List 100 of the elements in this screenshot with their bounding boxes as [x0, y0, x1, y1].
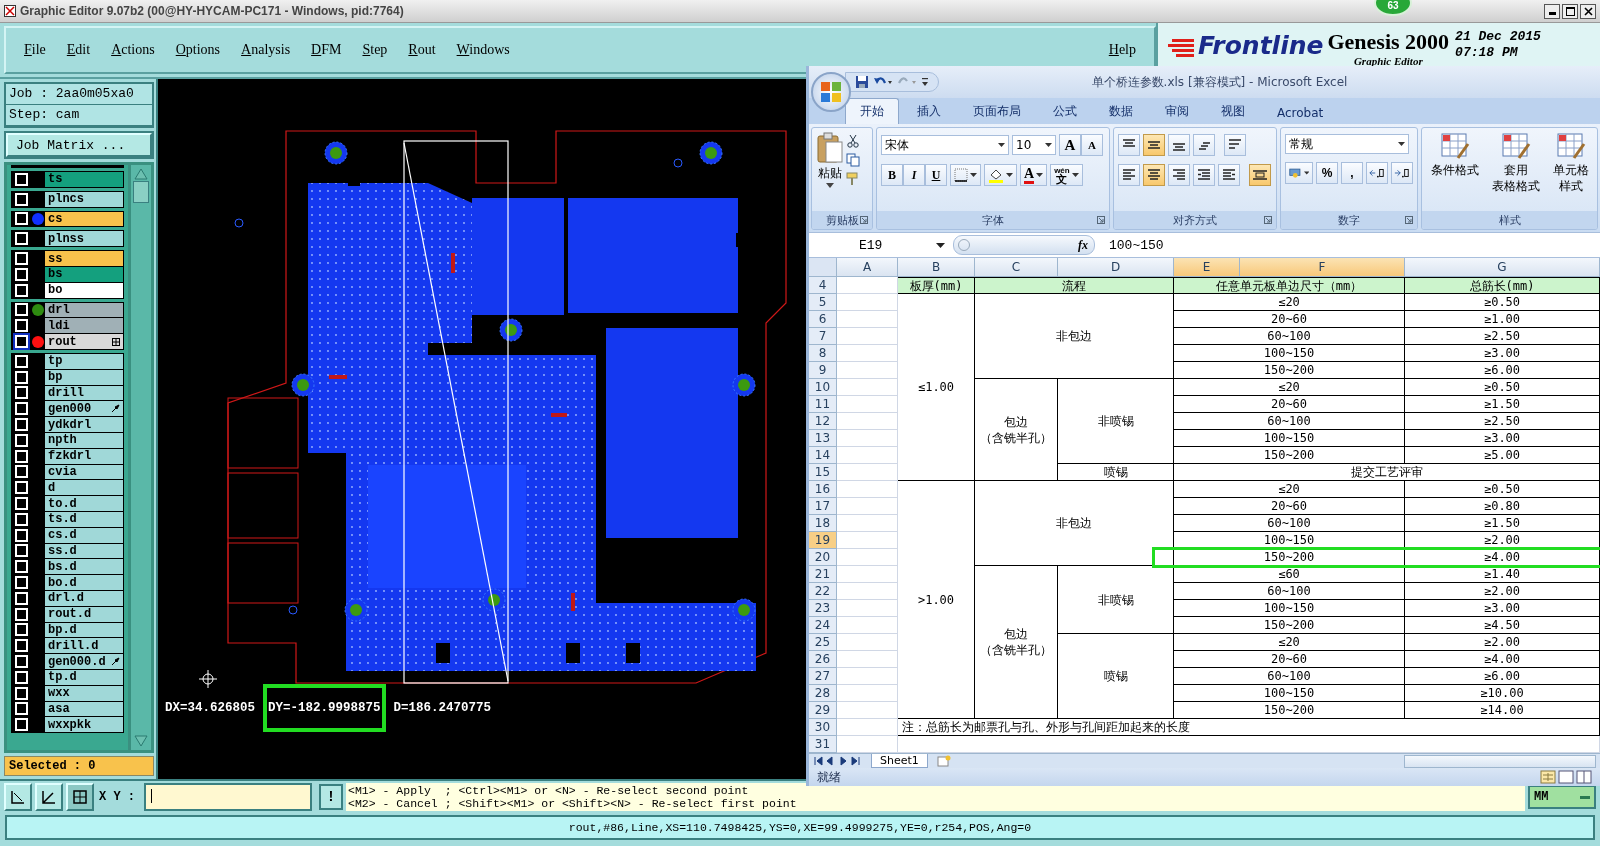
layer-checkbox[interactable]	[15, 560, 28, 574]
layer-checkbox[interactable]	[15, 576, 28, 589]
layer-item[interactable]: drill	[45, 385, 123, 401]
layer-item[interactable]: cvia	[45, 464, 123, 480]
row-header[interactable]: 14	[809, 447, 837, 464]
alignment-button[interactable]	[1143, 134, 1165, 156]
layer-checkbox[interactable]	[15, 386, 28, 400]
layer-item[interactable]: bs	[45, 267, 123, 282]
launcher-icon[interactable]	[1405, 216, 1413, 224]
style-button[interactable]: 套用 表格格式	[1491, 132, 1540, 207]
launcher-icon[interactable]	[1097, 216, 1105, 224]
prompt-button[interactable]: !	[319, 784, 343, 810]
row-header[interactable]: 8	[809, 345, 837, 362]
layer-checkbox[interactable]	[15, 607, 28, 621]
layer-checkbox[interactable]	[15, 335, 28, 349]
grow-font-button[interactable]: A	[1059, 134, 1081, 156]
layer-item[interactable]: ss	[45, 251, 123, 266]
menu-item[interactable]: Analysis	[241, 42, 291, 58]
ribbon-tab[interactable]: 页面布局	[959, 99, 1035, 124]
layer-checkbox[interactable]	[15, 232, 28, 246]
alignment-button[interactable]	[1218, 164, 1240, 186]
layer-item[interactable]: rout.d	[45, 606, 123, 622]
layer-item[interactable]: to.d	[45, 496, 123, 511]
layer-item[interactable]: drl.d	[45, 590, 123, 606]
row-header[interactable]: 23	[809, 600, 837, 617]
layer-checkbox[interactable]	[15, 481, 28, 495]
row-header[interactable]: 13	[809, 430, 837, 447]
menu-item[interactable]: Options	[175, 42, 221, 58]
menu-item[interactable]: Windows	[456, 42, 510, 58]
ribbon-tab[interactable]: Acrobat	[1263, 102, 1338, 124]
layer-item[interactable]: gen000	[45, 401, 123, 417]
alignment-button[interactable]	[1143, 164, 1165, 186]
italic-button[interactable]: I	[903, 164, 925, 186]
row-header[interactable]: 6	[809, 311, 837, 328]
grid-button[interactable]	[66, 783, 94, 811]
percent-button[interactable]: %	[1316, 162, 1338, 184]
maximize-button[interactable]	[1562, 3, 1578, 19]
alignment-button[interactable]	[1118, 164, 1140, 186]
layer-item[interactable]: bo.d	[45, 575, 123, 590]
ribbon-tab[interactable]: 视图	[1207, 99, 1259, 124]
row-header[interactable]: 21	[809, 566, 837, 583]
formula-field[interactable]: 100~150	[1099, 237, 1164, 253]
font-color-button[interactable]: A	[1020, 164, 1048, 186]
layer-checkbox[interactable]	[15, 303, 28, 317]
column-header[interactable]: D	[1058, 258, 1174, 277]
alignment-button[interactable]	[1168, 134, 1190, 156]
layer-item[interactable]: gen000.d	[45, 654, 123, 669]
launcher-icon[interactable]	[1264, 216, 1272, 224]
launcher-icon[interactable]	[860, 216, 868, 224]
job-matrix-button[interactable]: Job Matrix ...	[6, 133, 152, 157]
ribbon-tab[interactable]: 数据	[1095, 99, 1147, 124]
help-menu[interactable]: Help	[1108, 42, 1136, 58]
copy-button[interactable]	[846, 153, 860, 167]
menu-item[interactable]: Actions	[111, 42, 155, 58]
layer-checkbox[interactable]	[15, 544, 28, 558]
row-header[interactable]: 11	[809, 396, 837, 413]
row-header[interactable]: 15	[809, 464, 837, 481]
layer-item[interactable]: tp.d	[45, 669, 123, 685]
currency-button[interactable]	[1285, 162, 1313, 184]
column-header[interactable]: C	[975, 258, 1058, 277]
layer-item[interactable]: cs.d	[45, 527, 123, 543]
angle-button[interactable]	[35, 783, 63, 811]
layer-checkbox[interactable]	[15, 623, 28, 637]
row-header[interactable]: 9	[809, 362, 837, 379]
sheet-tab[interactable]: Sheet1	[871, 754, 928, 768]
row-header[interactable]: 4	[809, 277, 837, 294]
row-header[interactable]: 30	[809, 719, 837, 736]
layer-item[interactable]: bs.d	[45, 559, 123, 575]
phonetic-button[interactable]: wén 文	[1050, 164, 1083, 186]
layer-item[interactable]: ydkdrl	[45, 417, 123, 432]
comma-button[interactable]: ,	[1341, 162, 1363, 184]
layer-item[interactable]: plnss	[45, 231, 123, 247]
layer-checkbox[interactable]	[15, 497, 28, 511]
layer-checkbox[interactable]	[15, 449, 28, 463]
layer-item[interactable]: wxxpkk	[45, 717, 123, 733]
ribbon-tab[interactable]: 开始	[845, 98, 899, 124]
layer-checkbox[interactable]	[15, 283, 28, 297]
layer-item[interactable]: ts.d	[45, 511, 123, 527]
scroll-thumb[interactable]	[133, 181, 149, 203]
ribbon-tab[interactable]: 插入	[903, 99, 955, 124]
row-header[interactable]: 24	[809, 617, 837, 634]
column-header[interactable]: G	[1405, 258, 1600, 277]
row-header[interactable]: 20	[809, 549, 837, 566]
layer-item[interactable]: d	[45, 480, 123, 496]
row-header[interactable]: 26	[809, 651, 837, 668]
border-button[interactable]	[950, 164, 981, 186]
layer-item[interactable]: tp	[45, 353, 123, 369]
layer-item[interactable]: bo	[45, 282, 123, 298]
menu-item[interactable]: Edit	[66, 42, 91, 58]
menu-item[interactable]: DFM	[311, 42, 342, 58]
scrollbar[interactable]	[131, 165, 151, 750]
layer-checkbox[interactable]	[15, 639, 28, 653]
fill-color-button[interactable]	[984, 164, 1017, 186]
font-name-field[interactable]: 宋体	[881, 135, 1009, 155]
column-header[interactable]: B	[898, 258, 975, 277]
row-header[interactable]: 19	[809, 532, 837, 549]
layer-item[interactable]: ss.d	[45, 543, 123, 559]
menu-item[interactable]: Step	[362, 42, 388, 58]
row-header[interactable]: 22	[809, 583, 837, 600]
column-header[interactable]: E	[1174, 258, 1240, 277]
